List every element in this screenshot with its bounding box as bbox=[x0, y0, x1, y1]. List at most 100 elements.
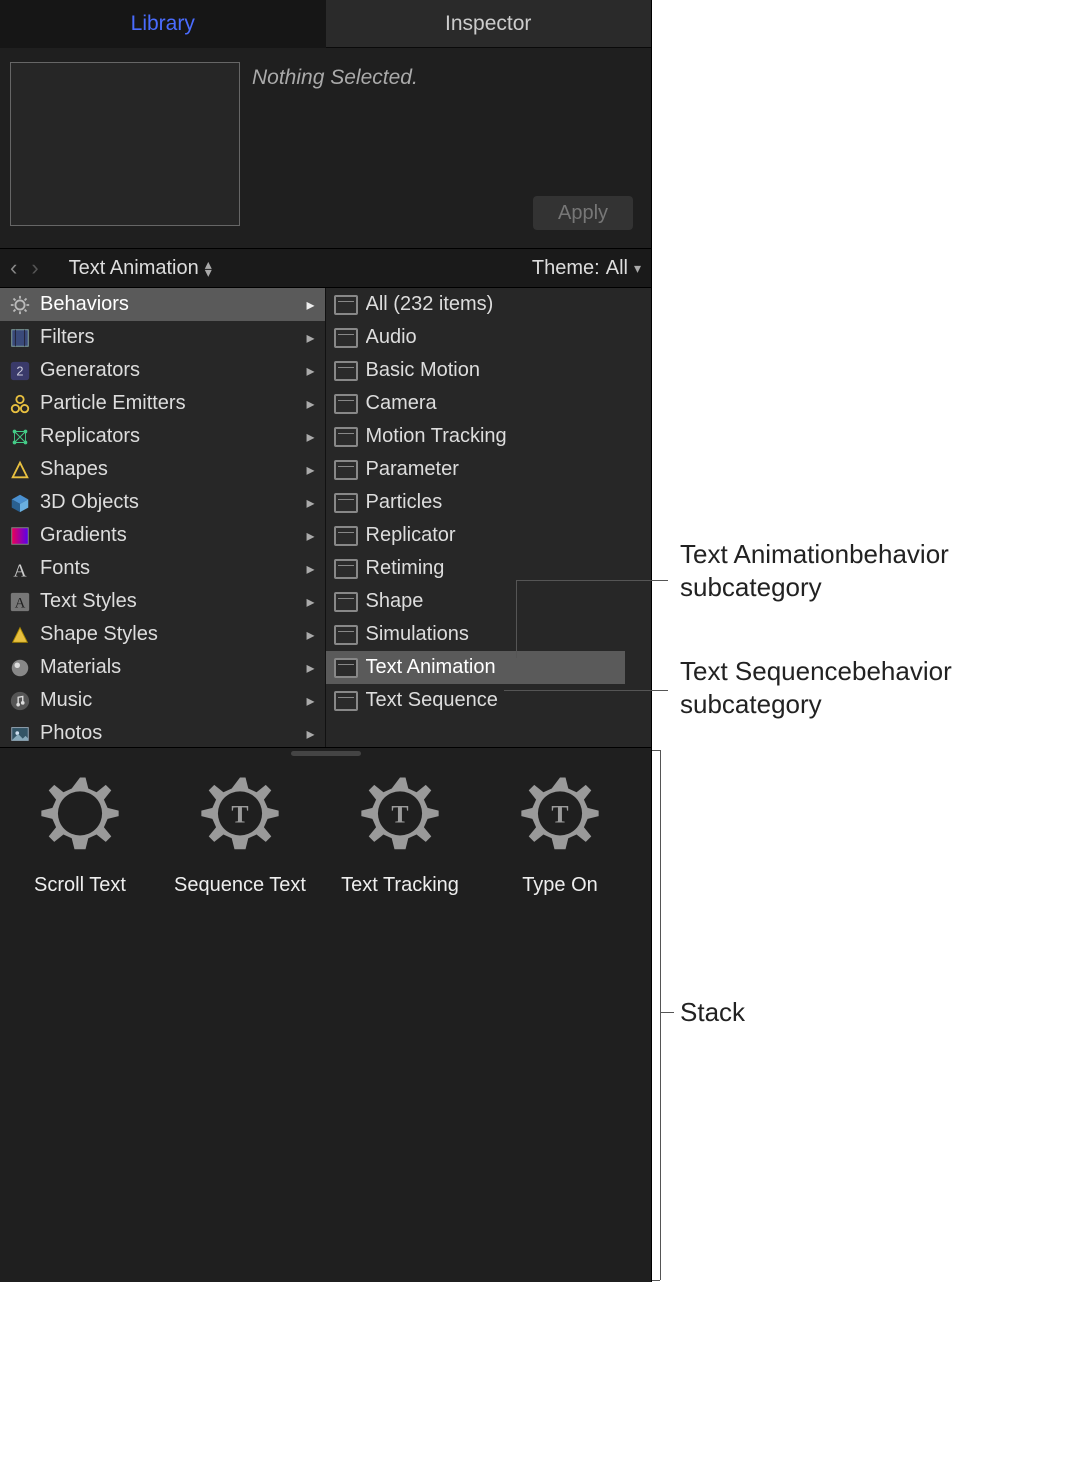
category-label: Particle Emitters bbox=[40, 392, 317, 415]
subcategory-row[interactable]: Camera bbox=[326, 387, 652, 420]
chevron-right-icon: ▸ bbox=[306, 394, 314, 414]
category-label: Materials bbox=[40, 656, 317, 679]
category-label: Music bbox=[40, 689, 317, 712]
category-row[interactable]: AFonts▸ bbox=[0, 552, 325, 585]
folder-icon bbox=[334, 295, 358, 315]
folder-icon bbox=[334, 559, 358, 579]
preview-status-text: Nothing Selected. bbox=[252, 62, 418, 234]
category-row[interactable]: Shapes▸ bbox=[0, 453, 325, 486]
chevron-right-icon: ▸ bbox=[306, 460, 314, 480]
music-icon bbox=[8, 689, 32, 713]
chevron-right-icon: ▸ bbox=[306, 559, 314, 579]
subcategory-column: All (232 items) Audio Basic MotionCameraMo… bbox=[326, 288, 652, 747]
stack-item[interactable]: T Text Tracking bbox=[320, 772, 480, 897]
category-row[interactable]: Particle Emitters▸ bbox=[0, 387, 325, 420]
annotation-bracket bbox=[652, 1280, 660, 1281]
theme-value: All bbox=[606, 257, 628, 280]
subcategory-label: Simulations bbox=[366, 623, 644, 646]
subcategory-label: Text Animation bbox=[366, 656, 617, 679]
category-row[interactable]: Gradients▸ bbox=[0, 519, 325, 552]
stack-item-label: Scroll Text bbox=[34, 874, 126, 897]
library-panel: Library Inspector Nothing Selected. Appl… bbox=[0, 0, 652, 1282]
forward-button[interactable]: › bbox=[31, 255, 38, 281]
subcategory-row[interactable]: Text Sequence bbox=[326, 684, 652, 717]
gear-t-icon: T bbox=[354, 772, 446, 864]
chevron-right-icon: ▸ bbox=[306, 724, 314, 744]
chevron-right-icon: ▸ bbox=[306, 592, 314, 612]
subcategory-label: Audio bbox=[366, 326, 644, 349]
resize-grip[interactable] bbox=[0, 748, 651, 758]
stepper-icon: ▴▾ bbox=[205, 260, 212, 276]
panel-tabs: Library Inspector bbox=[0, 0, 651, 48]
category-row[interactable]: 3D Objects▸ bbox=[0, 486, 325, 519]
annotation-text-1: Text Animationbehavior subcategory bbox=[680, 538, 1085, 603]
stack-item[interactable]: Scroll Text bbox=[0, 772, 160, 897]
category-row[interactable]: Filters▸ bbox=[0, 321, 325, 354]
category-row[interactable]: Behaviors▸ bbox=[0, 288, 325, 321]
subcategory-row[interactable]: Motion Tracking bbox=[326, 420, 652, 453]
gradient-icon bbox=[8, 524, 32, 548]
apply-button[interactable]: Apply bbox=[533, 196, 633, 230]
subcategory-row[interactable]: All (232 items) bbox=[326, 288, 652, 321]
annotation-leader bbox=[516, 580, 517, 658]
gear-t-icon: T bbox=[194, 772, 286, 864]
subcategory-row[interactable]: Parameter bbox=[326, 453, 652, 486]
annotation-leader bbox=[516, 580, 668, 581]
preview-area: Nothing Selected. Apply bbox=[0, 48, 651, 248]
path-bar: ‹ › Text Animation ▴▾ Theme: All ▾ bbox=[0, 248, 651, 288]
annotation-text-3: Stack bbox=[680, 996, 745, 1029]
photos-icon bbox=[8, 722, 32, 746]
annotation-bracket bbox=[660, 750, 661, 1280]
folder-icon bbox=[334, 361, 358, 381]
folder-icon bbox=[334, 592, 358, 612]
subcategory-row[interactable]: Basic Motion bbox=[326, 354, 652, 387]
stack-item-label: Type On bbox=[522, 874, 598, 897]
subcategory-row[interactable]: Audio bbox=[326, 321, 652, 354]
chevron-down-icon: ▾ bbox=[634, 260, 641, 277]
category-row[interactable]: Materials▸ bbox=[0, 651, 325, 684]
chevron-right-icon: ▸ bbox=[306, 625, 314, 645]
category-row[interactable]: Music▸ bbox=[0, 684, 325, 717]
breadcrumb-label: Text Animation bbox=[69, 257, 199, 280]
chevron-right-icon: ▸ bbox=[306, 526, 314, 546]
category-row[interactable]: AText Styles▸ bbox=[0, 585, 325, 618]
subcategory-label: Particles bbox=[366, 491, 644, 514]
subcategory-row[interactable]: Text Animation bbox=[326, 651, 625, 684]
tab-library[interactable]: Library bbox=[0, 0, 326, 48]
stack-item[interactable]: T Type On bbox=[480, 772, 640, 897]
theme-selector[interactable]: Theme: All ▾ bbox=[532, 257, 641, 280]
folder-icon bbox=[334, 493, 358, 513]
category-label: Generators bbox=[40, 359, 317, 382]
stack-item[interactable]: T Sequence Text bbox=[160, 772, 320, 897]
subcategory-row[interactable]: Simulations bbox=[326, 618, 652, 651]
category-row[interactable]: Replicators▸ bbox=[0, 420, 325, 453]
emitter-icon bbox=[8, 392, 32, 416]
category-column: Behaviors▸Filters▸2Generators▸Particle E… bbox=[0, 288, 326, 747]
category-label: Filters bbox=[40, 326, 317, 349]
filmstrip-icon bbox=[8, 326, 32, 350]
shapes-icon bbox=[8, 458, 32, 482]
svg-text:T: T bbox=[391, 800, 408, 829]
replicator-icon bbox=[8, 425, 32, 449]
subcategory-label: Replicator bbox=[366, 524, 644, 547]
tab-inspector[interactable]: Inspector bbox=[326, 0, 652, 48]
history-nav: ‹ › bbox=[10, 255, 39, 281]
category-row[interactable]: 2Generators▸ bbox=[0, 354, 325, 387]
svg-text:A: A bbox=[15, 595, 26, 611]
svg-text:A: A bbox=[13, 560, 27, 580]
category-row[interactable]: Photos▸ bbox=[0, 717, 325, 747]
preview-thumbnail bbox=[10, 62, 240, 226]
subcategory-label: Text Sequence bbox=[366, 689, 644, 712]
gear-icon bbox=[34, 772, 126, 864]
material-icon bbox=[8, 656, 32, 680]
chevron-right-icon: ▸ bbox=[306, 427, 314, 447]
svg-text:T: T bbox=[551, 800, 568, 829]
back-button[interactable]: ‹ bbox=[10, 255, 17, 281]
subcategory-row[interactable]: Replicator bbox=[326, 519, 652, 552]
category-row[interactable]: Shape Styles▸ bbox=[0, 618, 325, 651]
breadcrumb[interactable]: Text Animation ▴▾ bbox=[69, 257, 212, 280]
svg-text:2: 2 bbox=[16, 363, 23, 378]
stack-item-label: Sequence Text bbox=[174, 874, 306, 897]
subcategory-row[interactable]: Particles bbox=[326, 486, 652, 519]
subcategory-row[interactable]: Shape bbox=[326, 585, 652, 618]
